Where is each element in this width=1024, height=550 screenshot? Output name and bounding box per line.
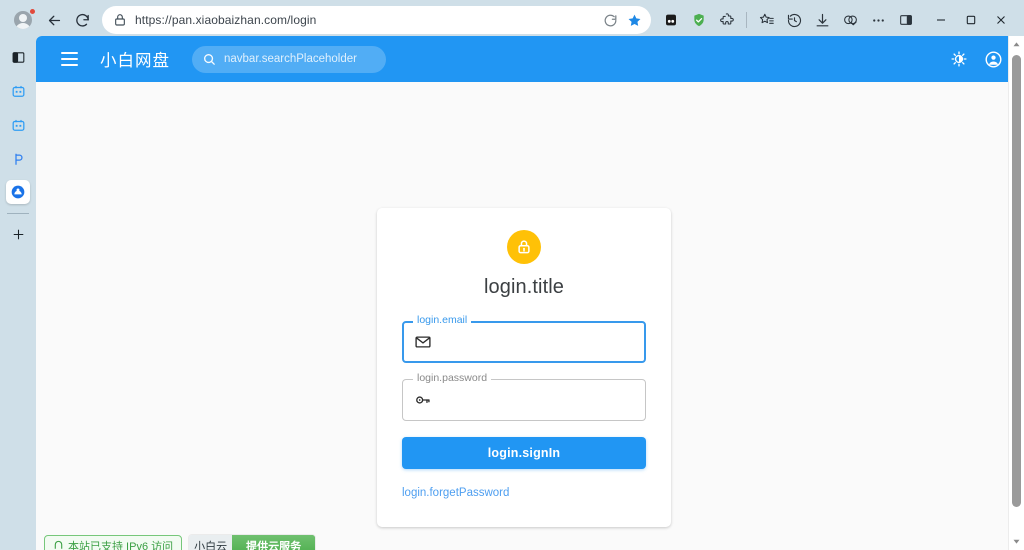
- panel-glyph: [12, 51, 24, 63]
- collections-glyph: [843, 15, 857, 25]
- envelope-icon: [415, 336, 431, 348]
- page-title: login.title: [483, 276, 565, 298]
- toolbar-divider: [746, 12, 747, 28]
- shield-extension-icon[interactable]: [686, 7, 712, 33]
- account-button[interactable]: [978, 44, 1008, 74]
- settings-more-icon[interactable]: [865, 7, 891, 33]
- maximize-button[interactable]: [956, 6, 986, 34]
- browser-window: https://pan.xiaobaizhan.com/login 小白网盘 n…: [0, 0, 1024, 550]
- address-bar[interactable]: https://pan.xiaobaizhan.com/login: [102, 6, 651, 34]
- download-arrow-glyph: [816, 13, 828, 26]
- calendar-glyph: [12, 85, 24, 97]
- puzzle-extensions-icon[interactable]: [714, 7, 740, 33]
- sidebar-divider: [7, 213, 29, 214]
- email-field[interactable]: login.email: [402, 314, 646, 363]
- down-arrow-glyph: [1013, 539, 1020, 544]
- browser-toolbar: https://pan.xiaobaizhan.com/login: [0, 0, 1024, 40]
- split-screen-icon[interactable]: [893, 7, 919, 33]
- sidebar-tool-calendar2-icon[interactable]: [5, 112, 31, 138]
- favorites-icon[interactable]: [753, 7, 779, 33]
- back-arrow-icon: [48, 15, 60, 25]
- theme-toggle-button[interactable]: [944, 44, 974, 74]
- password-input[interactable]: [440, 379, 634, 421]
- search-placeholder: navbar.searchPlaceholder: [224, 53, 357, 65]
- browser-sidebar: [0, 40, 36, 550]
- ipv6-badge-label: 本站已支持 IPv6 访问: [68, 540, 174, 550]
- ipv6-shield-icon: [54, 540, 63, 549]
- browser-extension-icons: [657, 7, 920, 33]
- close-icon: [997, 16, 1005, 24]
- hamburger-line: [60, 52, 78, 54]
- hamburger-line: [60, 58, 78, 60]
- app-brand-title: 小白网盘: [100, 52, 170, 70]
- puzzle-glyph: [720, 13, 734, 25]
- favorites-star-list-glyph: [759, 13, 774, 24]
- cloud-badge-text: 提供云服务: [232, 535, 316, 550]
- shield-check-glyph: [694, 13, 704, 27]
- sidebar-app-active-icon[interactable]: [6, 180, 30, 204]
- signin-button[interactable]: login.signIn: [402, 437, 646, 469]
- history-icon[interactable]: [781, 7, 807, 33]
- profile-avatar-button[interactable]: [10, 7, 36, 33]
- search-input[interactable]: navbar.searchPlaceholder: [192, 45, 386, 73]
- hamburger-menu-icon[interactable]: [56, 46, 82, 72]
- collections-icon[interactable]: [837, 7, 863, 33]
- window-controls: [926, 6, 1016, 34]
- cloud-badge-brand: 小白云: [189, 535, 233, 550]
- reload-button[interactable]: [68, 6, 96, 34]
- ipv6-badge[interactable]: 本站已支持 IPv6 访问: [44, 535, 183, 550]
- back-button[interactable]: [40, 6, 68, 34]
- history-clock-glyph: [787, 13, 801, 27]
- close-button[interactable]: [986, 6, 1016, 34]
- copilot-glyph: [14, 153, 23, 165]
- url-text: https://pan.xiaobaizhan.com/login: [135, 13, 317, 27]
- refresh-icon: [604, 14, 616, 26]
- page-scrollbar[interactable]: [1008, 36, 1024, 550]
- profile-notification-dot: [29, 8, 36, 15]
- lock-glyph: [518, 240, 530, 254]
- cloud-service-badge[interactable]: 小白云 提供云服务: [189, 535, 316, 550]
- app-navbar: 小白网盘 navbar.searchPlaceholder: [36, 36, 1024, 82]
- account-circle-icon: [985, 51, 1001, 67]
- maximize-icon: [966, 15, 976, 25]
- plus-glyph: [13, 229, 23, 239]
- reload-icon: [75, 13, 89, 27]
- scroll-thumb[interactable]: [1011, 55, 1021, 507]
- login-card: login.title login.email login.password l…: [377, 208, 671, 527]
- active-app-glyph: [11, 185, 25, 199]
- star-filled-icon: [628, 14, 640, 26]
- hamburger-line: [60, 64, 78, 66]
- downloads-icon[interactable]: [809, 7, 835, 33]
- lock-icon: [507, 230, 541, 264]
- site-lock-icon: [115, 14, 125, 26]
- refresh-page-icon-button[interactable]: [599, 9, 621, 31]
- minimize-button[interactable]: [926, 6, 956, 34]
- search-icon: [204, 53, 215, 65]
- page-content: login.title login.email login.password l…: [36, 36, 1024, 550]
- extension-dark-icon[interactable]: [658, 7, 684, 33]
- split-screen-glyph: [900, 15, 912, 25]
- password-field[interactable]: login.password: [402, 372, 646, 421]
- calendar-glyph-2: [12, 119, 24, 131]
- sidebar-add-icon[interactable]: [5, 221, 31, 247]
- page-viewport: 小白网盘 navbar.searchPlaceholder login.titl…: [36, 36, 1024, 550]
- ellipsis-glyph: [872, 18, 884, 22]
- sidebar-copilot-icon[interactable]: [5, 146, 31, 172]
- footer-badges: 本站已支持 IPv6 访问 小白云 提供云服务: [44, 535, 316, 550]
- sidebar-panel-toggle-icon[interactable]: [5, 44, 31, 70]
- scroll-down-arrow-icon[interactable]: [1009, 533, 1024, 550]
- key-icon: [416, 396, 430, 404]
- email-input[interactable]: [440, 321, 634, 363]
- scroll-track[interactable]: [1009, 53, 1024, 533]
- brightness-theme-icon: [951, 51, 967, 67]
- extension-dark-glyph: [666, 14, 676, 26]
- minimize-icon: [937, 19, 945, 21]
- sidebar-tool-calendar-icon[interactable]: [5, 78, 31, 104]
- up-arrow-glyph: [1013, 42, 1020, 47]
- scroll-up-arrow-icon[interactable]: [1009, 36, 1024, 53]
- favorite-star-button[interactable]: [623, 9, 645, 31]
- forgot-password-link[interactable]: login.forgetPassword: [402, 487, 509, 499]
